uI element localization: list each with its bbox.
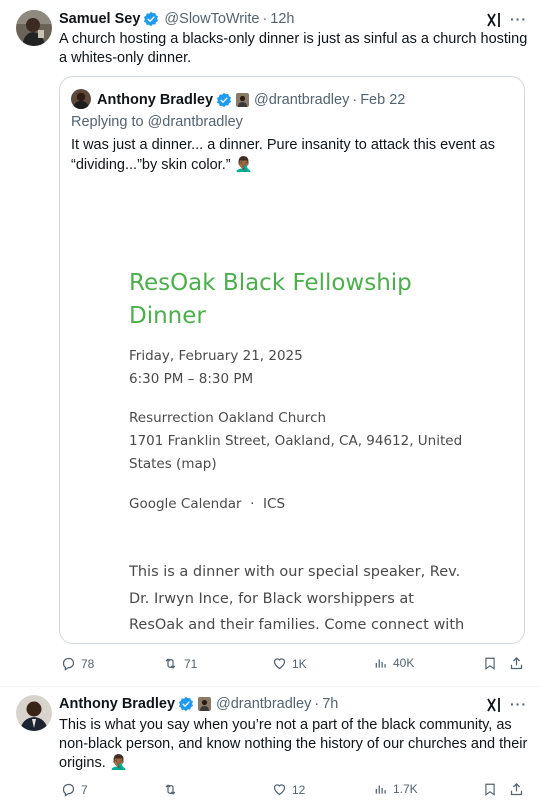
- quoted-author-handle[interactable]: @drantbradley: [254, 92, 349, 108]
- author-handle[interactable]: @drantbradley: [216, 696, 311, 712]
- repost-icon: [165, 658, 176, 669]
- verified-badge-icon: [178, 696, 194, 712]
- verified-badge-icon: [216, 92, 232, 108]
- heart-icon: [273, 784, 286, 796]
- affiliation-badge-icon: [198, 697, 212, 711]
- reply-icon: [62, 657, 75, 671]
- tweet-actions: 7 12 1.7K: [59, 782, 529, 802]
- quoted-avatar[interactable]: [71, 89, 91, 109]
- share-icon: [510, 782, 523, 796]
- reply-count: 7: [81, 782, 88, 797]
- repost-icon: [165, 784, 176, 795]
- share-button[interactable]: [509, 656, 524, 671]
- tweet-text: A church hosting a blacks-only dinner is…: [59, 31, 528, 66]
- quoted-author-name[interactable]: Anthony Bradley: [97, 92, 213, 108]
- event-title-line2: Dinner: [129, 303, 206, 329]
- quoted-tweet[interactable]: Anthony Bradley @drantbradley · Feb 22 R…: [59, 76, 525, 644]
- author-handle[interactable]: @SlowToWrite: [164, 11, 259, 27]
- avatar[interactable]: [16, 10, 52, 46]
- replying-prefix: Replying to: [71, 114, 148, 130]
- verified-badge-icon: [143, 11, 159, 27]
- like-count: 12: [292, 782, 306, 797]
- avatar[interactable]: [16, 695, 52, 731]
- event-address-line1: 1701 Franklin Street, Oakland, CA, 94612…: [129, 433, 463, 449]
- tweet-samuel-sey[interactable]: Samuel Sey @SlowToWrite · 12h ··· A chur…: [0, 0, 540, 686]
- share-icon: [510, 656, 523, 670]
- tweet-anthony-bradley[interactable]: Anthony Bradley @drantbradley · 7h ··· T…: [0, 687, 540, 802]
- tweet-actions: 78 71 1K 40K: [59, 656, 529, 676]
- view-count: 40K: [393, 656, 415, 670]
- separator-dot: ·: [262, 11, 268, 27]
- reply-count: 78: [81, 656, 95, 671]
- event-description-text: This is a dinner with our special speake…: [129, 564, 465, 633]
- bookmark-icon: [485, 657, 495, 670]
- repost-count: 71: [184, 656, 198, 671]
- separator-dot: ·: [314, 696, 320, 712]
- like-button[interactable]: 12: [272, 782, 305, 797]
- timestamp[interactable]: 12h: [270, 11, 294, 27]
- reply-button[interactable]: 78: [61, 656, 94, 671]
- affiliation-badge-icon: [236, 93, 250, 107]
- share-button[interactable]: [509, 782, 524, 797]
- grok-icon[interactable]: [485, 11, 503, 29]
- view-count: 1.7K: [393, 782, 418, 796]
- bookmark-button[interactable]: [483, 782, 497, 797]
- event-description: This is a dinner with our special speake…: [129, 559, 469, 643]
- views-button[interactable]: 1.7K: [374, 782, 418, 796]
- like-button[interactable]: 1K: [272, 656, 307, 671]
- repost-button[interactable]: 71: [162, 656, 197, 671]
- author-name[interactable]: Samuel Sey: [59, 11, 140, 27]
- separator-dot: ·: [352, 92, 358, 108]
- more-options-icon[interactable]: ···: [510, 696, 527, 712]
- quoted-timestamp[interactable]: Feb 22: [360, 92, 405, 108]
- bookmark-button[interactable]: [483, 656, 497, 671]
- event-venue: Resurrection Oakland Church: [129, 410, 327, 426]
- replying-to: Replying to @drantbradley: [71, 114, 243, 130]
- event-title: ResOak Black Fellowship Dinner: [129, 267, 449, 333]
- repost-button[interactable]: [162, 782, 184, 797]
- tweet-header: Anthony Bradley @drantbradley · 7h: [59, 694, 338, 714]
- event-screenshot[interactable]: ResOak Black Fellowship Dinner Friday, F…: [60, 185, 524, 643]
- like-count: 1K: [292, 656, 307, 671]
- event-time: 6:30 PM – 8:30 PM: [129, 371, 254, 387]
- quoted-header: Anthony Bradley @drantbradley · Feb 22: [97, 90, 405, 110]
- event-calendar-links: Google Calendar · ICS: [129, 496, 286, 512]
- event-address-line2: States (map): [129, 456, 217, 472]
- views-button[interactable]: 40K: [374, 656, 414, 670]
- tweet-header: Samuel Sey @SlowToWrite · 12h: [59, 9, 295, 29]
- reply-button[interactable]: 7: [61, 782, 88, 797]
- replying-to-mention[interactable]: @drantbradley: [148, 114, 243, 130]
- bookmark-icon: [485, 783, 495, 796]
- more-options-icon[interactable]: ···: [510, 11, 527, 27]
- reply-icon: [62, 783, 75, 797]
- views-icon: [375, 659, 386, 668]
- event-title-line1: ResOak Black Fellowship: [129, 270, 412, 296]
- views-icon: [375, 785, 386, 794]
- heart-icon: [273, 658, 286, 670]
- quoted-text: It was just a dinner... a dinner. Pure i…: [71, 137, 495, 173]
- event-date: Friday, February 21, 2025: [129, 348, 303, 364]
- author-name[interactable]: Anthony Bradley: [59, 696, 175, 712]
- timestamp[interactable]: 7h: [322, 696, 338, 712]
- grok-icon[interactable]: [485, 696, 503, 714]
- tweet-text: This is what you say when you’re not a p…: [59, 717, 528, 771]
